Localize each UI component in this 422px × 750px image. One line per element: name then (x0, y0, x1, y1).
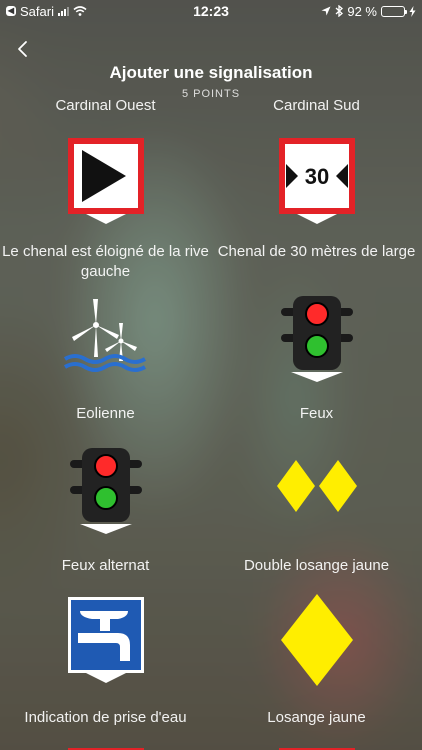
water-tap-icon (0, 595, 211, 685)
navigation-header: Ajouter une signalisation 5 POINTS (0, 30, 422, 110)
traffic-light-icon (211, 294, 422, 384)
sign-label: Feux (299, 405, 334, 422)
chenal-eloigne-rive-gauche-icon (0, 136, 211, 226)
points-subtitle: 5 POINTS (181, 88, 241, 100)
chevron-left-icon (18, 41, 27, 57)
back-button[interactable] (16, 40, 36, 64)
yellow-diamond-icon (211, 592, 422, 688)
partial-sign-icon (0, 746, 211, 750)
sign-label: Le chenal est éloigné de la rive gauche (2, 243, 209, 280)
status-bar: ◀ Safari 12:23 92 % (0, 0, 422, 22)
clock: 12:23 (193, 3, 229, 19)
partial-sign-icon (211, 746, 422, 750)
sign-label: Indication de prise d'eau (24, 709, 187, 726)
chenal-30-metres-icon: 30 (211, 136, 422, 226)
battery-icon (381, 5, 407, 17)
sign-label: Eolienne (76, 405, 135, 422)
sign-label: Double losange jaune (243, 557, 390, 574)
sign-list[interactable]: Cardinal Ouest Cardinal Sud Le chenal es… (0, 100, 422, 750)
svg-text:30: 30 (304, 164, 328, 189)
sign-label: Losange jaune (267, 709, 366, 726)
wind-turbine-icon (0, 295, 211, 375)
double-yellow-diamond-icon (211, 458, 422, 514)
sign-label: Chenal de 30 mètres de large (217, 243, 416, 260)
page-title: Ajouter une signalisation (109, 63, 313, 82)
alternating-lights-icon (0, 446, 211, 536)
sign-label: Feux alternat (61, 557, 150, 574)
